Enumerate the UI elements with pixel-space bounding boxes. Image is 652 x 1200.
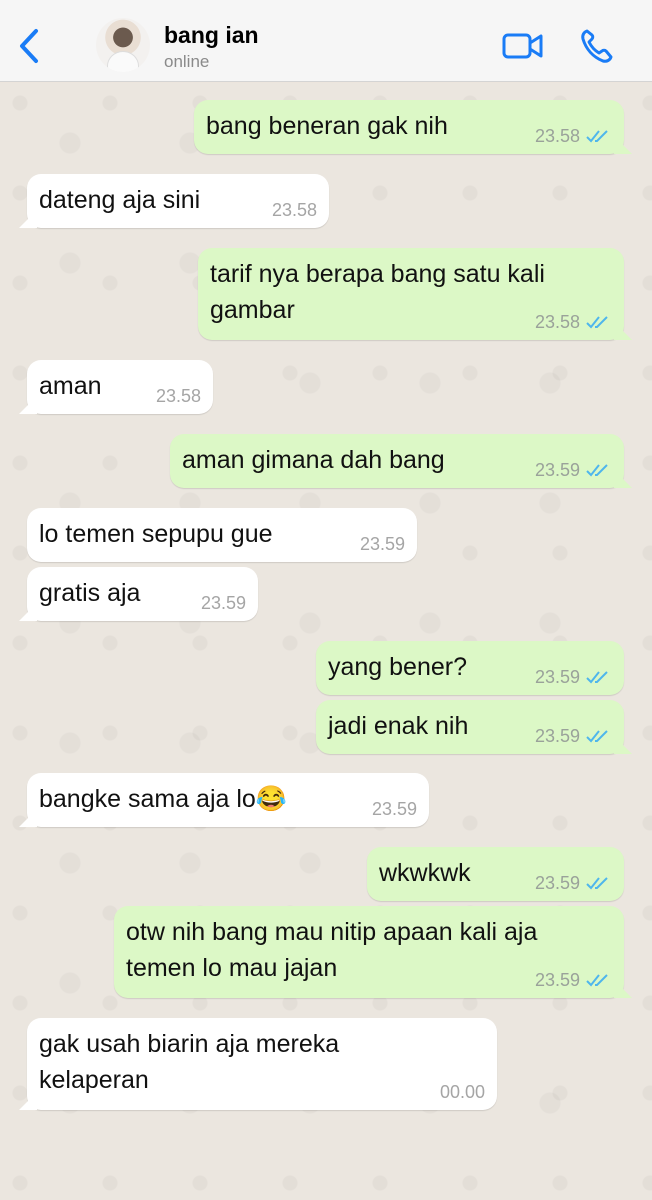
message-time: 23.59 bbox=[359, 534, 405, 554]
message-meta: 23.59 bbox=[535, 873, 612, 893]
chat-header: bang ian online bbox=[0, 0, 652, 82]
message-meta: 23.59 bbox=[535, 726, 612, 746]
message-incoming[interactable]: lo temen sepupu gue 23.59 bbox=[27, 508, 417, 562]
message-incoming[interactable]: aman 23.58 bbox=[27, 360, 213, 414]
message-text: gak usah biarin aja mereka kelaperan bbox=[39, 1030, 340, 1094]
double-check-icon bbox=[586, 671, 608, 684]
double-check-icon bbox=[586, 730, 608, 743]
message-meta: 23.58 bbox=[535, 312, 612, 332]
message-time: 23.59 bbox=[534, 970, 580, 990]
message-meta: 00.00 bbox=[440, 1082, 485, 1102]
message-meta: 23.59 bbox=[201, 593, 246, 613]
message-time: 00.00 bbox=[439, 1082, 485, 1102]
contact-name[interactable]: bang ian bbox=[164, 22, 259, 49]
message-list[interactable]: bang beneran gak nih 23.58 dateng aja si… bbox=[0, 83, 652, 1200]
double-check-icon bbox=[586, 464, 608, 477]
message-meta: 23.58 bbox=[535, 126, 612, 146]
chevron-left-icon[interactable] bbox=[14, 26, 44, 66]
message-incoming[interactable]: dateng aja sini 23.58 bbox=[27, 174, 329, 228]
double-check-icon bbox=[586, 974, 608, 987]
video-camera-icon[interactable] bbox=[502, 30, 544, 62]
message-meta: 23.59 bbox=[360, 534, 405, 554]
message-time: 23.59 bbox=[534, 726, 580, 746]
message-time: 23.59 bbox=[534, 667, 580, 687]
message-text: bangke sama aja lo😂 bbox=[39, 785, 287, 813]
double-check-icon bbox=[586, 316, 608, 329]
message-meta: 23.59 bbox=[535, 970, 612, 990]
message-time: 23.58 bbox=[534, 312, 580, 332]
message-outgoing[interactable]: otw nih bang mau nitip apaan kali aja te… bbox=[114, 906, 624, 998]
message-incoming[interactable]: bangke sama aja lo😂 23.59 bbox=[27, 773, 429, 827]
message-text: lo temen sepupu gue bbox=[39, 520, 273, 548]
message-meta: 23.59 bbox=[372, 799, 417, 819]
message-time: 23.58 bbox=[534, 126, 580, 146]
message-time: 23.58 bbox=[271, 200, 317, 220]
double-check-icon bbox=[586, 877, 608, 890]
message-time: 23.59 bbox=[200, 593, 246, 613]
message-time: 23.59 bbox=[534, 460, 580, 480]
message-outgoing[interactable]: aman gimana dah bang 23.59 bbox=[170, 434, 624, 488]
message-time: 23.58 bbox=[155, 386, 201, 406]
message-outgoing[interactable]: tarif nya berapa bang satu kali gambar 2… bbox=[198, 248, 624, 340]
message-outgoing[interactable]: wkwkwk 23.59 bbox=[367, 847, 624, 901]
message-meta: 23.59 bbox=[535, 460, 612, 480]
contact-status: online bbox=[164, 52, 210, 71]
avatar[interactable] bbox=[96, 18, 150, 72]
double-check-icon bbox=[586, 130, 608, 143]
phone-icon[interactable] bbox=[580, 28, 614, 64]
message-meta: 23.59 bbox=[535, 667, 612, 687]
message-meta: 23.58 bbox=[272, 200, 317, 220]
message-incoming[interactable]: gak usah biarin aja mereka kelaperan 00.… bbox=[27, 1018, 497, 1110]
message-outgoing[interactable]: bang beneran gak nih 23.58 bbox=[194, 100, 624, 154]
message-incoming[interactable]: gratis aja 23.59 bbox=[27, 567, 258, 621]
message-time: 23.59 bbox=[534, 873, 580, 893]
message-outgoing[interactable]: yang bener? 23.59 bbox=[316, 641, 624, 695]
message-outgoing[interactable]: jadi enak nih 23.59 bbox=[316, 700, 624, 754]
message-meta: 23.58 bbox=[156, 386, 201, 406]
message-time: 23.59 bbox=[371, 799, 417, 819]
